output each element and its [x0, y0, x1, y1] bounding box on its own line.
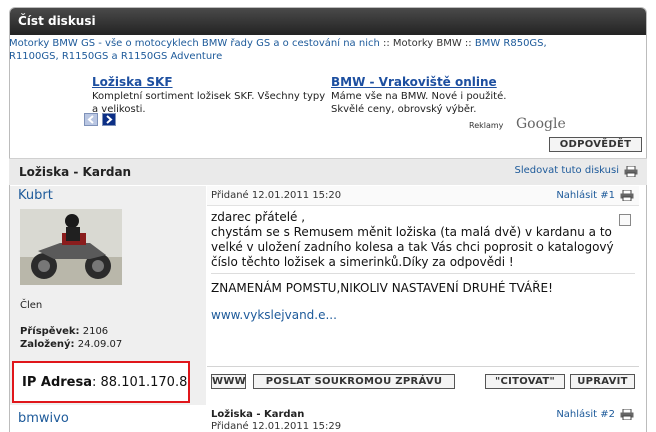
post-body: zdarec přátelé , chystám se s Remusem mě…: [211, 210, 614, 269]
chevron-left-icon: [87, 115, 94, 124]
printer-icon[interactable]: [620, 409, 634, 420]
ip-address-value: 88.101.170.8: [100, 375, 188, 390]
signature-link[interactable]: www.vykslejvand.e...: [211, 308, 337, 322]
signature-text: ZNAMENÁM POMSTU,NIKOLIV NASTAVENÍ DRUHÉ …: [211, 281, 553, 295]
chevron-right-icon: [106, 115, 113, 124]
ads-label: Reklamy: [469, 121, 504, 130]
breadcrumb-forum-link[interactable]: Motorky BMW GS - vše o motocyklech BMW ř…: [9, 38, 380, 49]
google-logo: Google: [516, 116, 566, 132]
ad-bmw: BMW - Vrakoviště online Máme vše na BMW.…: [331, 76, 531, 116]
ad-bmw-link[interactable]: BMW - Vrakoviště online: [331, 76, 531, 89]
www-button[interactable]: WWW: [211, 374, 246, 389]
printer-icon[interactable]: [624, 166, 638, 177]
post-author-link[interactable]: Kubrt: [18, 188, 53, 203]
post-date: Přidané 12.01.2011 15:29: [211, 421, 342, 432]
printer-icon[interactable]: [620, 190, 634, 201]
ad-next-button[interactable]: [102, 113, 116, 126]
report-post-link[interactable]: Nahlásit #1: [556, 190, 615, 201]
ip-address-highlight: IP Adresa: 88.101.170.8: [12, 361, 190, 403]
post-content: Ložiska - Kardan Přidané 12.01.2011 15:2…: [207, 405, 639, 432]
member-rank: Člen: [20, 300, 43, 311]
avatar: [20, 209, 122, 285]
thread-header: Ložiska - Kardan Sledovat tuto diskusi: [9, 158, 647, 185]
edit-button[interactable]: UPRAVIT: [570, 374, 635, 389]
ip-address: IP Adresa: 88.101.170.8: [22, 375, 188, 390]
post-author-link[interactable]: bmwivo: [18, 411, 69, 426]
post-actions: WWW POSLAT SOUKROMOU ZPRÁVU "CITOVAT" UP…: [207, 366, 639, 394]
motorcycle-photo: [20, 209, 122, 285]
post-author-panel: Kubrt Člen Příspěvek: 2106 Založený: 24.…: [10, 186, 206, 408]
ad-skf: Ložiska SKF Kompletní sortiment ložisek …: [92, 76, 328, 116]
post-content: Přidané 12.01.2011 15:20 Nahlásit #1 zda…: [207, 186, 639, 408]
post-author-panel: bmwivo: [10, 405, 206, 432]
post-count-label: Příspěvek:: [20, 326, 80, 337]
ad-prev-button[interactable]: [84, 113, 98, 126]
signature-divider: [211, 273, 635, 274]
post-date: Přidané 12.01.2011 15:20: [211, 190, 342, 201]
joined-date-value: 24.09.07: [77, 339, 123, 350]
breadcrumb-separator: ::: [379, 38, 393, 49]
breadcrumb-category: Motorky BMW: [392, 38, 462, 49]
quote-button[interactable]: "CITOVAT": [485, 374, 565, 389]
window-title: Číst diskusi: [10, 8, 646, 35]
ip-address-label: IP Adresa: [22, 375, 92, 390]
report-post-link[interactable]: Nahlásit #2: [556, 409, 615, 420]
joined-date-label: Založený:: [20, 339, 75, 350]
post-count-value: 2106: [82, 326, 109, 337]
private-message-button[interactable]: POSLAT SOUKROMOU ZPRÁVU: [253, 374, 455, 389]
post-title: Ložiska - Kardan: [211, 409, 305, 420]
select-post-checkbox[interactable]: [619, 214, 631, 226]
breadcrumb-separator: ::: [461, 38, 475, 49]
thread-title: Ložiska - Kardan: [19, 165, 132, 179]
joined-date: Založený: 24.09.07: [20, 339, 122, 350]
breadcrumb: Motorky BMW GS - vše o motocyklech BMW ř…: [9, 37, 599, 63]
ad-skf-link[interactable]: Ložiska SKF: [92, 76, 328, 89]
ad-bmw-text: Máme vše na BMW. Nové i použité. Skvělé …: [331, 91, 507, 115]
ad-skf-text: Kompletní sortiment ložisek SKF. Všechny…: [92, 91, 326, 115]
reply-button[interactable]: ODPOVĚDĚT: [549, 137, 642, 152]
watch-thread-link[interactable]: Sledovat tuto diskusi: [514, 165, 619, 176]
post-count: Příspěvek: 2106: [20, 326, 108, 337]
